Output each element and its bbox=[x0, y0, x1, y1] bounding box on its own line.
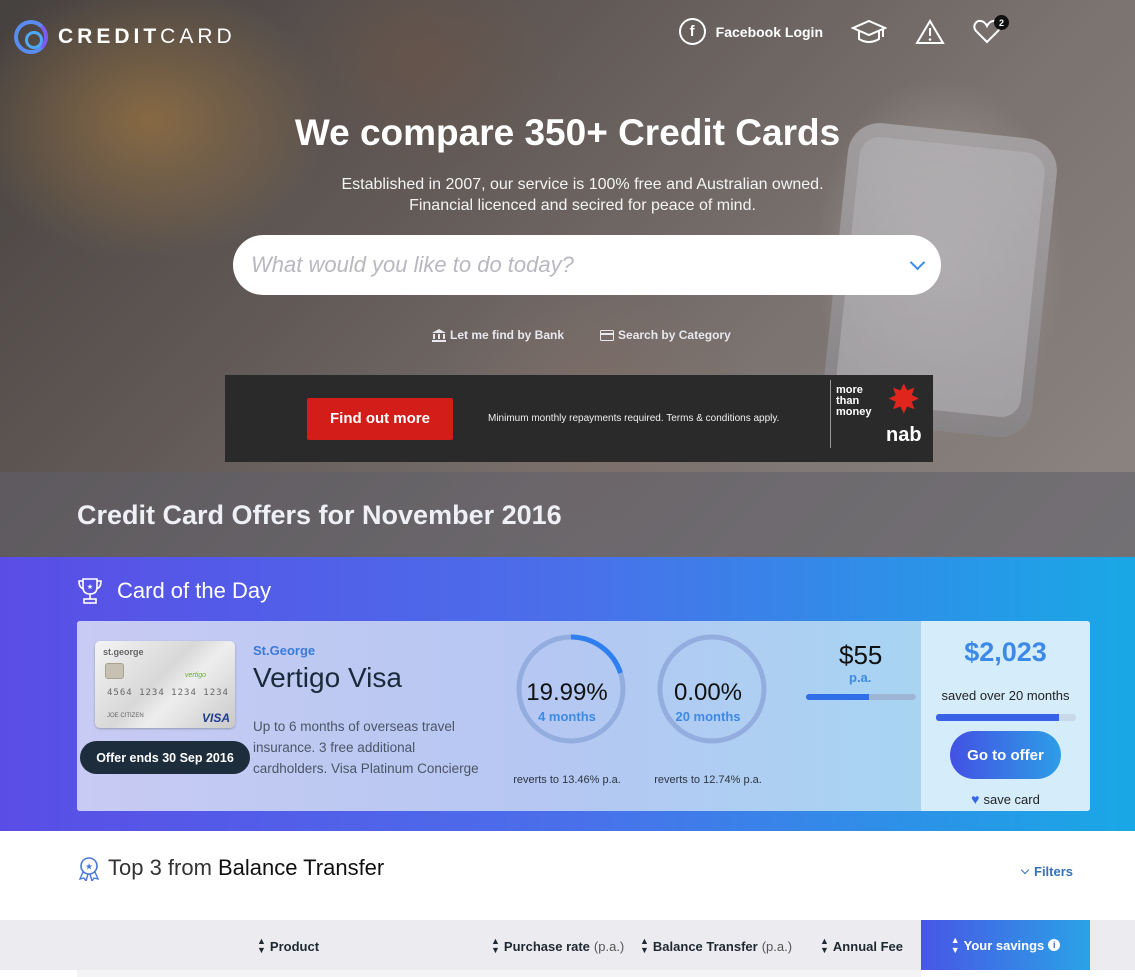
logo-text-light: CARD bbox=[160, 25, 236, 48]
sort-icon: ▲ ▼ bbox=[640, 936, 649, 955]
card-of-the-day-heading: ★ Card of the Day bbox=[77, 577, 271, 605]
hero-section: CREDITCARD f Facebook Login 2 We compare… bbox=[0, 0, 1135, 557]
balance-transfer-revert: reverts to 12.74% p.a. bbox=[654, 774, 762, 786]
bank-icon bbox=[432, 328, 446, 342]
save-card-button[interactable]: ♥ save card bbox=[921, 791, 1090, 807]
purchase-rate-ring: 19.99% 4 months reverts to 13.46% p.a. bbox=[511, 633, 631, 786]
svg-text:★: ★ bbox=[87, 583, 93, 591]
nab-logo: nab bbox=[886, 424, 922, 446]
alerts-button[interactable] bbox=[915, 18, 945, 45]
balance-transfer-ring: 0.00% 20 months reverts to 12.74% p.a. bbox=[652, 633, 772, 786]
nab-star-icon: ✸ bbox=[887, 378, 921, 422]
logo[interactable]: CREDITCARD bbox=[14, 20, 236, 54]
go-to-offer-button[interactable]: Go to offer bbox=[950, 731, 1061, 779]
sort-icon: ▲ ▼ bbox=[491, 936, 500, 955]
featured-card-panel: st.george vertigo 4564 1234 1234 1234 JO… bbox=[77, 621, 1090, 811]
savings-bar bbox=[936, 714, 1076, 721]
sort-product[interactable]: ▲ ▼ Product bbox=[257, 937, 319, 955]
sort-icon: ▲ ▼ bbox=[950, 935, 960, 955]
card-name[interactable]: Vertigo Visa bbox=[253, 662, 402, 694]
ad-brand-tagline: more than money bbox=[836, 384, 872, 418]
sort-icon: ▲ ▼ bbox=[257, 936, 266, 955]
search-box bbox=[233, 235, 941, 295]
sort-annual-fee[interactable]: ▲ ▼ Annual Fee bbox=[820, 937, 903, 955]
ad-disclaimer: Minimum monthly repayments required. Ter… bbox=[488, 413, 780, 424]
savings-value: $2,023 bbox=[964, 637, 1047, 667]
purchase-rate-period: 4 months bbox=[538, 709, 596, 724]
annual-fee-bar bbox=[806, 694, 916, 700]
facebook-login-label: Facebook Login bbox=[715, 23, 823, 40]
top3-category[interactable]: Balance Transfer bbox=[218, 855, 384, 881]
credit-card-image[interactable]: st.george vertigo 4564 1234 1234 1234 JO… bbox=[95, 641, 235, 728]
top3-heading: ★ Top 3 from Balance Transfer bbox=[77, 855, 384, 881]
svg-text:★: ★ bbox=[85, 863, 93, 873]
offers-title: Credit Card Offers for November 2016 bbox=[77, 500, 562, 530]
find-by-bank-link[interactable]: Let me find by Bank bbox=[432, 328, 564, 342]
heart-icon: ♥ bbox=[971, 791, 980, 807]
wishlist-button[interactable]: 2 bbox=[973, 15, 1009, 44]
facebook-icon: f bbox=[678, 18, 706, 45]
chevron-down-icon bbox=[1020, 865, 1030, 875]
search-by-category-link[interactable]: Search by Category bbox=[600, 328, 731, 342]
search-links: Let me find by Bank Search by Category bbox=[432, 328, 731, 342]
chevron-down-icon[interactable] bbox=[909, 254, 926, 270]
savings-bar-fill bbox=[936, 714, 1060, 721]
logo-icon bbox=[14, 20, 48, 54]
sort-your-savings[interactable]: ▲ ▼ Your savings i bbox=[921, 920, 1090, 970]
trophy-icon: ★ bbox=[78, 578, 102, 604]
sort-icon: ▲ ▼ bbox=[820, 936, 829, 955]
annual-fee-unit: p.a. bbox=[849, 670, 872, 685]
logo-text-bold: CREDIT bbox=[58, 25, 161, 48]
search-input[interactable] bbox=[251, 252, 912, 278]
purchase-rate-value: 19.99% bbox=[526, 679, 608, 706]
education-button[interactable] bbox=[851, 19, 887, 45]
annual-fee-bar-fill bbox=[806, 694, 869, 700]
card-description: Up to 6 months of overseas travel insura… bbox=[253, 719, 479, 776]
offer-ends-badge: Offer ends 30 Sep 2016 bbox=[80, 741, 250, 774]
savings-label: saved over 20 months bbox=[941, 688, 1070, 703]
graduation-cap-icon bbox=[851, 19, 887, 43]
card-chip-icon bbox=[105, 663, 124, 679]
card-of-the-day-section: ★ Card of the Day st.george vertigo 4564… bbox=[0, 557, 1135, 831]
hero-title: We compare 350+ Credit Cards bbox=[294, 112, 841, 153]
medal-icon: ★ bbox=[78, 857, 100, 881]
find-out-more-button[interactable]: Find out more bbox=[307, 397, 453, 440]
facebook-login-button[interactable]: f Facebook Login bbox=[678, 18, 823, 45]
visa-logo: VISA bbox=[201, 711, 230, 725]
sort-purchase-rate[interactable]: ▲ ▼ Purchase rate (p.a.) bbox=[491, 937, 624, 955]
card-icon bbox=[600, 329, 615, 341]
ad-banner[interactable]: Find out more Minimum monthly repayments… bbox=[225, 375, 933, 462]
top-nav: f Facebook Login 2 bbox=[678, 15, 1009, 45]
filters-toggle[interactable]: Filters bbox=[1020, 864, 1073, 879]
savings-panel: $2,023 saved over 20 months Go to offer … bbox=[921, 621, 1090, 811]
warning-icon bbox=[915, 18, 945, 44]
balance-transfer-value: 0.00% bbox=[673, 679, 743, 706]
info-icon[interactable]: i bbox=[1048, 939, 1061, 951]
wishlist-badge: 2 bbox=[994, 15, 1009, 30]
annual-fee-value: $55 bbox=[839, 640, 883, 670]
card-bank-link[interactable]: St.George bbox=[253, 643, 315, 658]
hero-subtitle: Established in 2007, our service is 100%… bbox=[341, 176, 824, 214]
purchase-rate-revert: reverts to 13.46% p.a. bbox=[513, 774, 621, 786]
sort-balance-transfer[interactable]: ▲ ▼ Balance Transfer (p.a.) bbox=[640, 937, 792, 955]
balance-transfer-period: 20 months bbox=[675, 709, 741, 724]
